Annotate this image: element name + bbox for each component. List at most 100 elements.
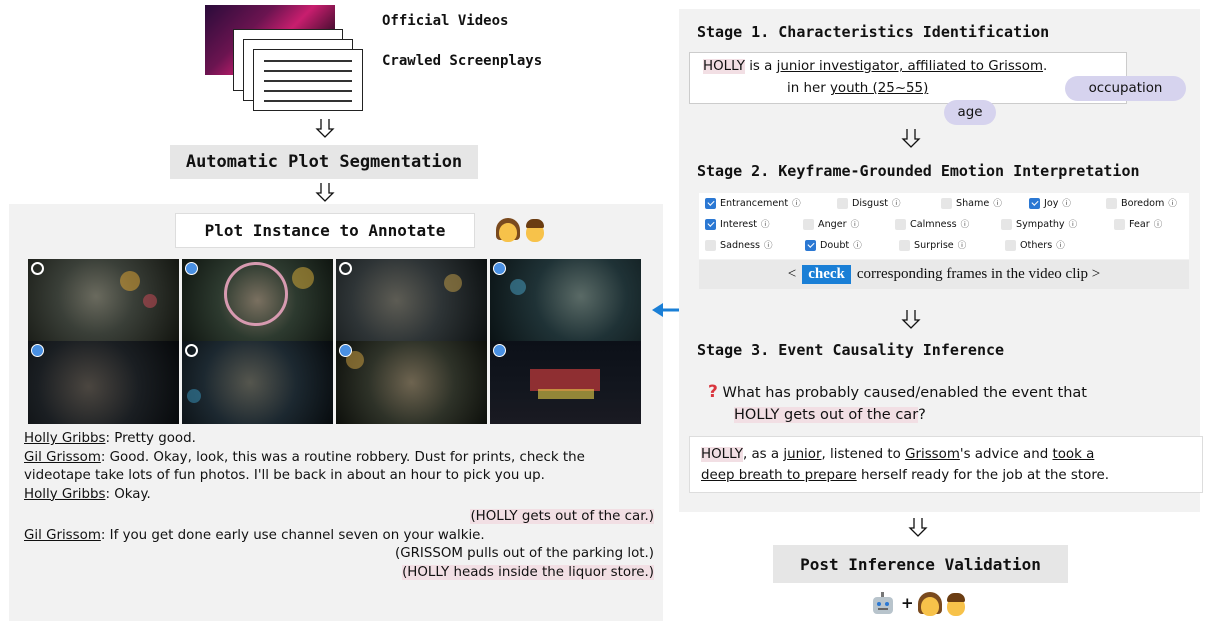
emotion-checkbox[interactable] [941, 197, 952, 209]
down-arrow-icon [907, 516, 929, 538]
emotion-option[interactable]: Interest ⓘ [705, 218, 770, 230]
emotion-checkbox[interactable] [805, 239, 816, 251]
emotion-checkbox[interactable] [705, 239, 716, 251]
character-name: HOLLY [703, 59, 745, 74]
video-frame[interactable] [490, 341, 641, 424]
emotion-checkbox[interactable] [1001, 218, 1012, 230]
emotion-checkbox[interactable] [899, 239, 910, 251]
emotion-label: Disgust [852, 197, 888, 209]
answer-underlined: junior [783, 447, 822, 462]
video-frame[interactable] [28, 341, 179, 424]
answer-underlined: deep breath to prepare [701, 468, 857, 483]
info-icon[interactable]: ⓘ [851, 218, 860, 230]
info-icon[interactable]: ⓘ [958, 239, 967, 251]
emotion-label: Anger [818, 218, 847, 230]
info-icon[interactable]: ⓘ [853, 239, 862, 251]
emotion-label: Calmness [910, 218, 957, 230]
info-icon[interactable]: ⓘ [1069, 218, 1078, 230]
video-frame[interactable] [336, 259, 487, 342]
video-frame[interactable] [28, 259, 179, 342]
frame-unselected-icon[interactable] [339, 262, 352, 275]
emotion-checkbox[interactable] [895, 218, 906, 230]
video-frame[interactable] [336, 341, 487, 424]
frame-selected-icon[interactable] [31, 344, 44, 357]
emotion-option[interactable]: Joy ⓘ [1029, 197, 1071, 209]
emotion-label: Sympathy [1016, 218, 1065, 230]
emotion-checklist: Entrancement ⓘ Disgust ⓘ Shame ⓘ Joy ⓘ Boredom ⓘ I… [699, 193, 1189, 259]
emotion-option[interactable]: Entrancement ⓘ [705, 197, 801, 209]
transcript-line: Holly Gribbs: Okay. [24, 486, 654, 505]
emotion-option[interactable]: Surprise ⓘ [899, 239, 966, 251]
action-text: (GRISSOM pulls out of the parking lot.) [394, 546, 654, 561]
check-button[interactable]: check [802, 265, 851, 284]
stage2-title: Stage 2. Keyframe-Grounded Emotion Inter… [697, 162, 1140, 180]
emotion-option[interactable]: Others ⓘ [1005, 239, 1065, 251]
info-icon[interactable]: ⓘ [1056, 239, 1065, 251]
speaker-name: Holly Gribbs [24, 486, 106, 502]
info-icon[interactable]: ⓘ [764, 239, 773, 251]
crawled-screenplays-label: Crawled Screenplays [382, 53, 543, 69]
emotion-option[interactable]: Shame ⓘ [941, 197, 1002, 209]
info-icon[interactable]: ⓘ [892, 197, 901, 209]
question-text: What has probably caused/enabled the eve… [722, 385, 1087, 401]
emotion-checkbox[interactable] [1114, 218, 1125, 230]
action-line: (HOLLY gets out of the car.) [24, 508, 654, 527]
connector-text: in her [787, 81, 830, 96]
dialogue-text: : Okay. [105, 486, 151, 502]
frame-unselected-icon[interactable] [31, 262, 44, 275]
character-name: HOLLY [701, 447, 743, 462]
info-icon[interactable]: ⓘ [1062, 197, 1071, 209]
speaker-name: Gil Grissom [24, 527, 101, 543]
emotion-option[interactable]: Boredom ⓘ [1106, 197, 1177, 209]
emotion-checkbox[interactable] [803, 218, 814, 230]
emotion-checkbox[interactable] [1029, 197, 1040, 209]
emotion-checkbox[interactable] [705, 218, 716, 230]
emotion-checkbox[interactable] [705, 197, 716, 209]
question-mark-icon: ? [708, 382, 718, 402]
frame-selected-icon[interactable] [339, 344, 352, 357]
hint-text: corresponding frames in the video clip > [856, 266, 1101, 282]
emotion-label: Interest [720, 218, 757, 230]
emotion-option[interactable]: Sympathy ⓘ [1001, 218, 1077, 230]
info-icon[interactable]: ⓘ [1168, 197, 1177, 209]
validator-man-icon [944, 592, 968, 618]
emotion-label: Sadness [720, 239, 761, 251]
answer-text: , as a [742, 447, 784, 462]
emotion-option[interactable]: Anger ⓘ [803, 218, 859, 230]
bracket-text: < [787, 266, 797, 282]
info-icon[interactable]: ⓘ [761, 218, 770, 230]
source-documents [205, 5, 375, 113]
emotion-checkbox[interactable] [1005, 239, 1016, 251]
video-frame[interactable] [182, 259, 333, 342]
emotion-checkbox[interactable] [1106, 197, 1117, 209]
annotator-woman-icon [496, 218, 520, 244]
frame-selected-icon[interactable] [185, 262, 198, 275]
emotion-option[interactable]: Disgust ⓘ [837, 197, 901, 209]
event-text: HOLLY gets out of the car [734, 407, 919, 423]
dialogue-text: : If you get done early use channel seve… [100, 527, 485, 543]
frame-unselected-icon[interactable] [185, 344, 198, 357]
occupation-tag: occupation [1065, 76, 1186, 101]
stage3-title: Stage 3. Event Causality Inference [697, 341, 1005, 359]
plus-sign: + [901, 594, 914, 612]
emotion-option[interactable]: Fear ⓘ [1114, 218, 1162, 230]
down-arrow-icon [314, 117, 336, 139]
info-icon[interactable]: ⓘ [961, 218, 970, 230]
info-icon[interactable]: ⓘ [792, 197, 801, 209]
info-icon[interactable]: ⓘ [1154, 218, 1163, 230]
post-inference-validation-box: Post Inference Validation [773, 545, 1068, 583]
emotion-checkbox[interactable] [837, 197, 848, 209]
info-icon[interactable]: ⓘ [993, 197, 1002, 209]
emotion-option[interactable]: Sadness ⓘ [705, 239, 773, 251]
answer-text: 's advice and [959, 447, 1053, 462]
video-frame[interactable] [182, 341, 333, 424]
emotion-option[interactable]: Doubt ⓘ [805, 239, 862, 251]
video-frame[interactable] [490, 259, 641, 342]
annotator-man-icon [523, 218, 547, 244]
frame-selected-icon[interactable] [493, 344, 506, 357]
emotion-label: Boredom [1121, 197, 1165, 209]
frame-selected-icon[interactable] [493, 262, 506, 275]
emotion-option[interactable]: Calmness ⓘ [895, 218, 969, 230]
screenplay-page [253, 49, 363, 111]
action-line: (GRISSOM pulls out of the parking lot.) [24, 545, 654, 564]
